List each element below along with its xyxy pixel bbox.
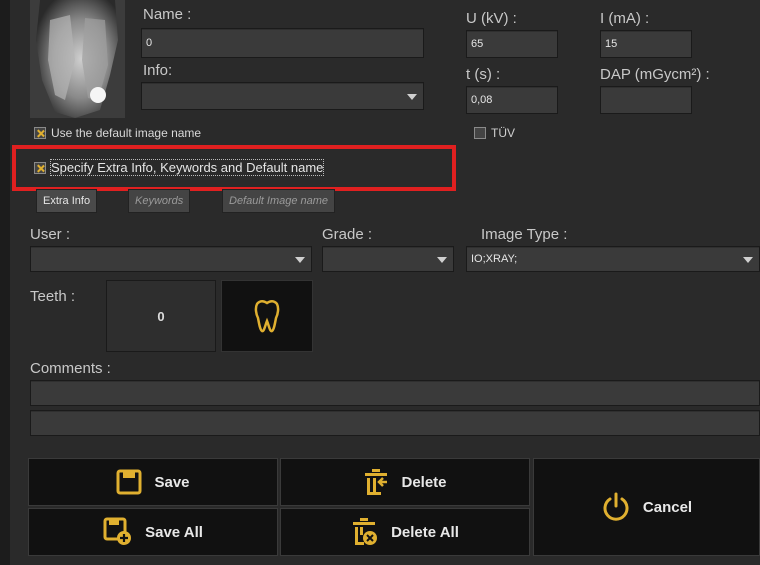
trash-all-icon [353,518,378,545]
grade-label: Grade : [322,226,373,243]
delete-label: Delete [401,473,447,491]
info-label: Info: [143,62,173,79]
tab-default-image-name[interactable]: Default Image name [222,189,336,213]
grade-dropdown[interactable] [322,246,454,272]
dap-input[interactable] [600,86,692,114]
default-name-checkbox[interactable] [34,127,46,139]
teeth-value-box[interactable]: 0 [106,280,216,352]
i-ma-input[interactable]: 15 [600,30,692,58]
comments-line-2[interactable] [30,410,760,436]
chevron-down-icon [743,257,753,263]
chevron-down-icon [407,94,417,100]
delete-button[interactable]: Delete [280,458,530,506]
save-label: Save [154,473,190,491]
u-kv-input[interactable]: 65 [466,30,558,58]
comments-line-1[interactable] [30,380,760,406]
t-s-label: t (s) : [466,66,501,83]
default-name-option[interactable]: Use the default image name [34,126,201,140]
image-type-value: IO;XRAY; [471,253,518,265]
name-label: Name : [143,6,192,23]
tooth-icon [254,300,280,333]
chevron-down-icon [437,257,447,263]
cancel-button[interactable]: Cancel [533,458,760,556]
save-all-button[interactable]: Save All [28,508,278,556]
trash-icon [365,469,388,495]
delete-all-button[interactable]: Delete All [280,508,530,556]
highlight-box [12,145,456,191]
teeth-label: Teeth : [30,288,76,305]
info-dropdown[interactable] [141,82,424,110]
save-all-label: Save All [145,523,203,541]
tuv-label: TÜV [491,126,515,140]
teeth-value: 0 [157,308,165,324]
save-icon [116,469,142,495]
image-type-label: Image Type : [481,226,568,243]
name-input[interactable]: 0 [141,28,424,58]
t-s-input[interactable]: 0,08 [466,86,558,114]
dap-label: DAP (mGycm²) : [600,66,710,83]
i-ma-label: I (mA) : [600,10,650,27]
u-kv-label: U (kV) : [466,10,517,27]
save-button[interactable]: Save [28,458,278,506]
tab-extra-info[interactable]: Extra Info [36,189,98,213]
xray-thumbnail[interactable] [30,0,125,118]
save-all-icon [103,517,132,545]
tooth-button[interactable] [221,280,313,352]
comments-label: Comments : [30,360,111,377]
default-name-label: Use the default image name [51,126,202,140]
power-icon [603,492,629,521]
user-label: User : [30,226,71,243]
image-type-dropdown[interactable]: IO;XRAY; [466,246,760,272]
tuv-checkbox[interactable] [474,127,486,139]
tab-keywords[interactable]: Keywords [128,189,191,213]
chevron-down-icon [295,257,305,263]
window-edge [0,0,10,565]
tuv-option[interactable]: TÜV [474,126,515,140]
cancel-label: Cancel [642,498,693,516]
user-dropdown[interactable] [30,246,312,272]
delete-all-label: Delete All [391,523,459,541]
